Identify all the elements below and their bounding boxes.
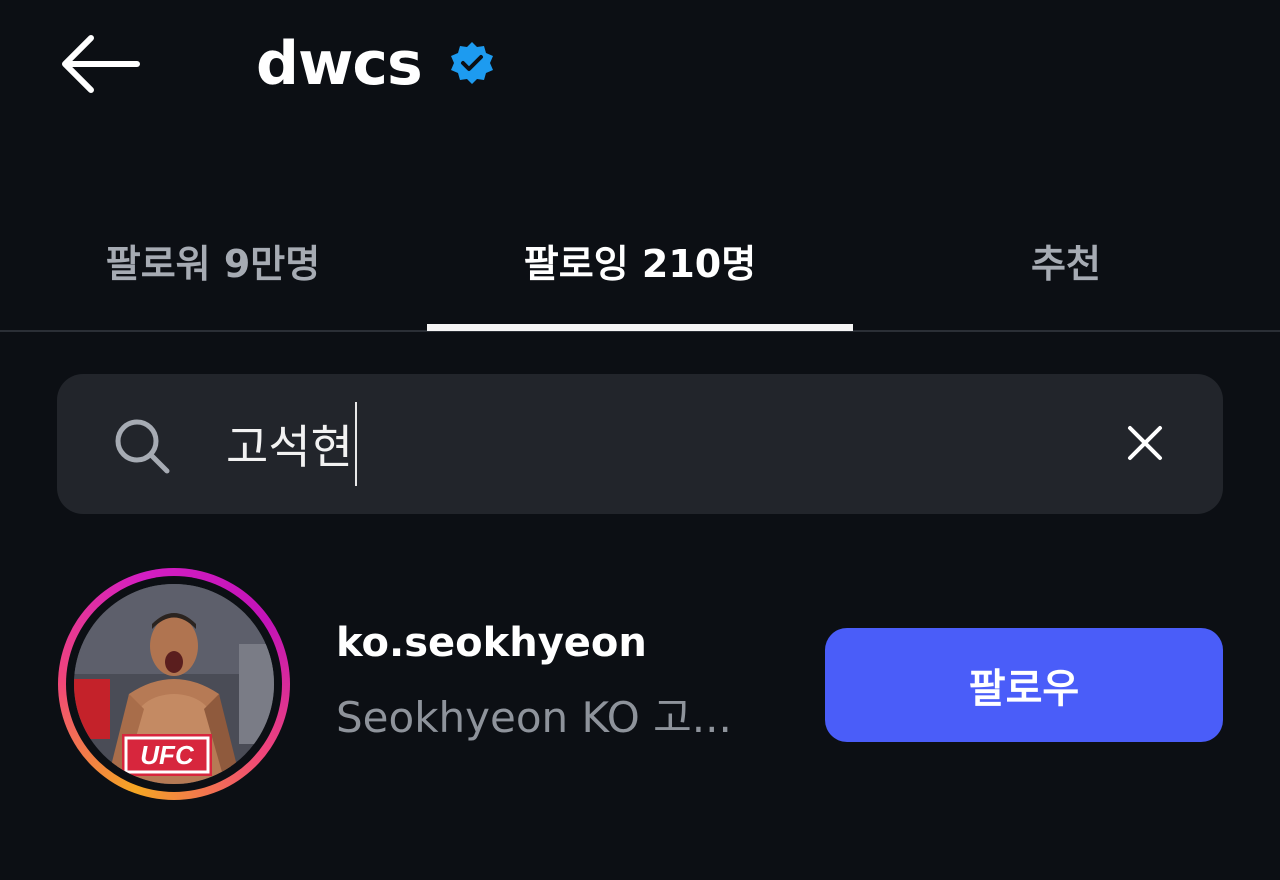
search-icon — [112, 416, 172, 480]
text-caret — [354, 402, 357, 486]
page-title: dwcs — [256, 29, 423, 99]
tabs: 팔로워 9만명 팔로잉 210명 추천 — [0, 190, 1280, 332]
search-input[interactable]: 고석현 — [226, 402, 357, 486]
tab-suggested[interactable]: 추천 — [853, 190, 1279, 330]
search-query: 고석현 — [226, 420, 353, 474]
clear-search-button[interactable] — [1110, 410, 1180, 480]
following-screen: dwcs 팔로워 9만명 팔로잉 210명 추천 고석현 UFC ko.seok… — [0, 0, 1280, 880]
tab-followers[interactable]: 팔로워 9만명 — [0, 190, 426, 330]
verified-badge-icon — [448, 40, 496, 88]
story-ring[interactable]: UFC — [58, 568, 290, 800]
profile-title: dwcs — [256, 24, 496, 104]
arrow-left-icon — [59, 34, 141, 98]
close-icon — [1126, 424, 1164, 466]
follow-label: 팔로우 — [968, 666, 1080, 712]
tab-label: 팔로워 9만명 — [105, 241, 321, 286]
tab-following[interactable]: 팔로잉 210명 — [427, 190, 853, 330]
tab-label: 추천 — [1031, 241, 1101, 286]
back-button[interactable] — [52, 30, 148, 102]
tab-label: 팔로잉 210명 — [523, 241, 757, 286]
active-tab-indicator — [427, 324, 853, 331]
result-username[interactable]: ko.seokhyeon — [336, 620, 647, 666]
result-full-name: Seokhyeon KO 고... — [336, 693, 732, 742]
avatar: UFC — [74, 584, 274, 784]
follow-button[interactable]: 팔로우 — [825, 628, 1223, 742]
avatar-badge: UFC — [140, 740, 195, 770]
